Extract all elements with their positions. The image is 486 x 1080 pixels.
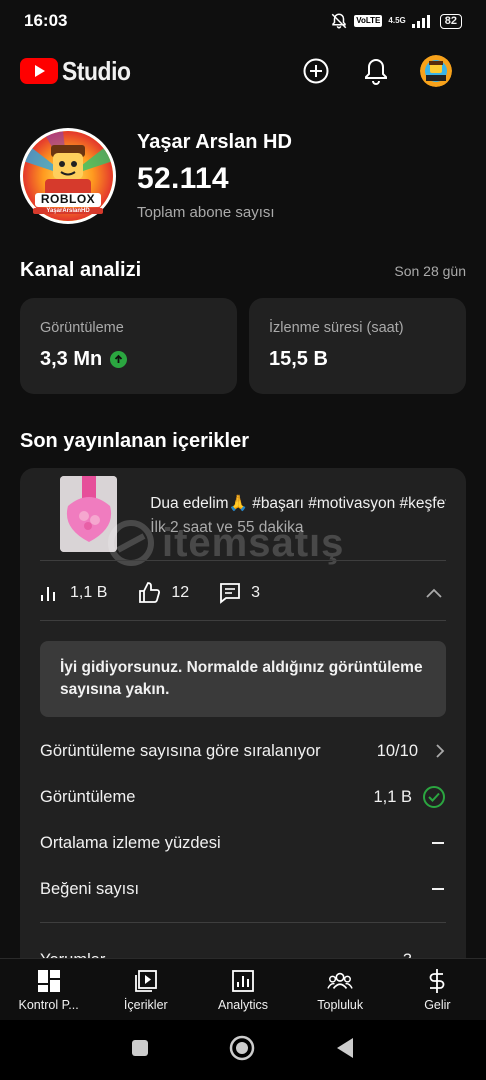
chevron-right-icon — [436, 744, 445, 758]
analytics-period: Son 28 gün — [394, 262, 466, 279]
views-card[interactable]: Görüntüleme 3,3 Mn — [20, 298, 237, 394]
trend-up-icon — [110, 351, 128, 368]
status-bar: 16:03 VoLTE 4.5G 82 — [0, 0, 486, 42]
nav-earn-label: Gelir — [424, 997, 451, 1012]
app-bar: Studio — [0, 42, 486, 100]
performance-note: İyi gidiyorsunuz. Normalde aldığınız gör… — [40, 641, 446, 717]
nav-community[interactable]: Topluluk — [292, 959, 389, 1020]
avatar-channel-text: YaşarArslanHD — [33, 208, 103, 214]
content-icon — [133, 968, 159, 994]
channel-name: Yaşar Arslan HD — [137, 131, 292, 153]
comment-icon — [220, 583, 241, 604]
check-circle-icon — [423, 786, 445, 808]
analytics-title: Kanal analizi — [20, 259, 142, 281]
nav-analytics-label: Analytics — [217, 997, 269, 1012]
views-stat-value: 1,1 B — [70, 584, 108, 601]
create-icon — [303, 58, 329, 84]
circle-icon — [229, 1035, 255, 1060]
nav-community-label: Topluluk — [317, 997, 364, 1012]
back-button[interactable] — [335, 1037, 355, 1064]
ranking-label: Görüntüleme sayısına göre sıralanıyor — [40, 741, 321, 760]
youtube-studio-logo[interactable]: Studio — [20, 56, 140, 87]
nav-dashboard-label: Kontrol P... — [18, 997, 79, 1012]
nav-dashboard[interactable]: Kontrol P... — [0, 959, 97, 1020]
watch-time-card-label: İzlenme süresi (saat) — [269, 320, 404, 336]
avg-watch-row: Ortalama izleme yüzdesi — [40, 823, 446, 863]
views-row-value: 1,1 B — [373, 787, 412, 806]
analytics-section-header: Kanal analizi Son 28 gün — [20, 259, 466, 282]
battery-icon: 82 — [439, 13, 462, 29]
analytics-cards: Görüntüleme 3,3 Mn İzlenme süresi (saat)… — [20, 298, 466, 394]
subscriber-count: 52.114 — [137, 162, 229, 195]
nav-content[interactable]: İçerikler — [97, 959, 194, 1020]
earn-icon — [424, 968, 450, 994]
like-icon — [139, 582, 161, 603]
nav-earn[interactable]: Gelir — [389, 959, 486, 1020]
dashboard-icon — [36, 968, 62, 994]
system-navigation — [0, 1020, 486, 1080]
avatar-roblox-text: ROBLOX — [40, 192, 96, 206]
signal-icon: 4.5G — [388, 16, 406, 25]
recent-section-header: Son yayınlanan içerikler — [20, 430, 466, 453]
bell-muted-icon — [330, 12, 348, 30]
ranking-value: 10/10 — [376, 741, 418, 760]
video-title: Dua edelim🙏 #başarı #motivasyon #keşfet — [150, 495, 446, 512]
views-card-value: 3,3 Mn — [40, 348, 103, 370]
youtube-logo-icon — [20, 58, 58, 84]
likes-row-label: Beğeni sayısı — [40, 879, 140, 898]
likes-stat: 12 — [137, 581, 189, 605]
status-time: 16:03 — [24, 11, 68, 30]
collapse-button[interactable] — [422, 581, 446, 605]
likes-row-value — [432, 888, 444, 890]
subscriber-label: Toplam abone sayısı — [137, 204, 275, 221]
video-thumbnail — [60, 476, 118, 552]
analytics-icon — [230, 968, 256, 994]
avg-watch-label: Ortalama izleme yüzdesi — [40, 833, 221, 852]
create-button[interactable] — [286, 49, 346, 93]
bottom-navigation: Kontrol P... İçerikler Analytics Toplulu… — [0, 958, 486, 1020]
ranking-row[interactable]: Görüntüleme sayısına göre sıralanıyor 10… — [40, 731, 446, 771]
likes-row: Beğeni sayısı — [40, 869, 446, 909]
video-item[interactable]: Dua edelim🙏 #başarı #motivasyon #keşfet … — [60, 476, 446, 556]
signal-bars-icon — [411, 14, 434, 28]
recent-title: Son yayınlanan içerikler — [20, 430, 249, 452]
watch-time-card[interactable]: İzlenme süresi (saat) 15,5 B — [249, 298, 466, 394]
divider — [40, 560, 446, 561]
studio-wordmark: Studio — [62, 55, 131, 86]
likes-stat-value: 12 — [171, 584, 190, 601]
avg-watch-value — [432, 842, 444, 844]
video-stats-row: 1,1 B 12 3 — [40, 565, 446, 621]
video-age: İlk 2 saat ve 55 dakika — [150, 519, 304, 536]
back-triangle-icon — [337, 1037, 353, 1058]
divider — [40, 620, 446, 621]
square-icon — [132, 1039, 148, 1056]
views-row-label: Görüntüleme — [40, 787, 136, 806]
nav-content-label: İçerikler — [123, 997, 168, 1012]
account-button[interactable] — [406, 49, 466, 93]
community-icon — [327, 968, 353, 994]
watch-time-card-value: 15,5 B — [269, 348, 328, 370]
views-stat: 1,1 B — [40, 583, 107, 603]
chevron-up-icon — [426, 588, 442, 598]
avatar — [420, 55, 452, 87]
comments-stat: 3 — [219, 582, 260, 604]
comments-stat-value: 3 — [251, 584, 261, 601]
recent-apps-button[interactable] — [131, 1039, 149, 1062]
divider — [40, 922, 446, 923]
recent-content-card: Dua edelim🙏 #başarı #motivasyon #keşfet … — [20, 468, 466, 988]
views-bars-icon — [41, 587, 55, 601]
bell-icon — [365, 58, 387, 85]
nav-analytics[interactable]: Analytics — [194, 959, 291, 1020]
views-row: Görüntüleme 1,1 B — [40, 777, 446, 817]
home-button[interactable] — [229, 1035, 255, 1066]
views-card-label: Görüntüleme — [40, 320, 124, 336]
volte-badge: VoLTE — [354, 15, 383, 27]
notifications-button[interactable] — [346, 49, 406, 93]
